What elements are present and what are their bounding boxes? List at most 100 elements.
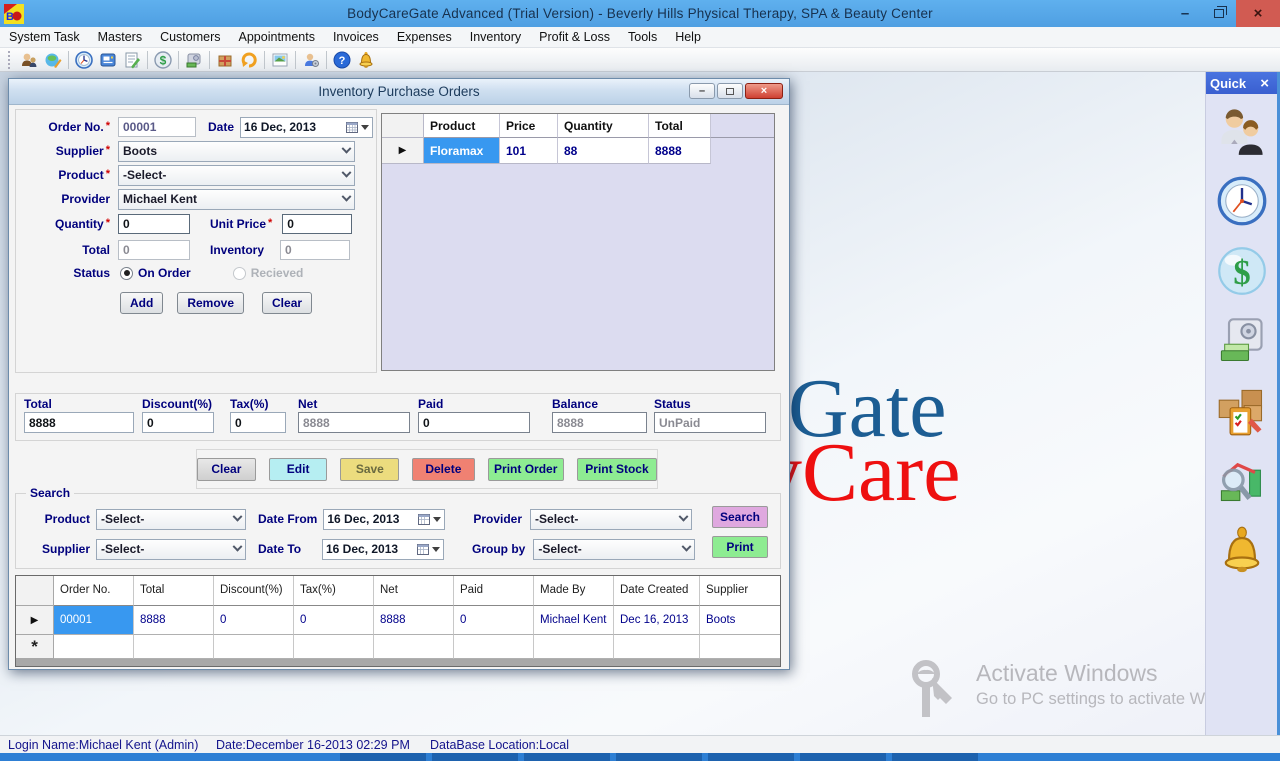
empty-cell[interactable] <box>700 635 780 659</box>
dialog-maximize-button[interactable] <box>717 83 743 99</box>
empty-cell[interactable] <box>614 635 700 659</box>
orders-col-tax[interactable]: Tax(%) <box>294 576 374 606</box>
delete-button[interactable]: Delete <box>412 458 474 481</box>
orders-col-supplier[interactable]: Supplier <box>700 576 780 606</box>
orders-col-order-no[interactable]: Order No. <box>54 576 134 606</box>
orders-col-discount[interactable]: Discount(%) <box>214 576 294 606</box>
save-button[interactable]: Save <box>340 458 399 481</box>
restore-button[interactable] <box>1202 0 1236 27</box>
cell-price[interactable]: 101 <box>500 138 558 164</box>
quick-cash-safe-button[interactable] <box>1216 314 1268 368</box>
supplier-combobox[interactable]: Boots <box>118 141 355 162</box>
empty-cell[interactable] <box>54 635 134 659</box>
items-col-price[interactable]: Price <box>500 114 558 138</box>
toolbar-help-button[interactable]: ? <box>330 49 354 71</box>
items-col-total[interactable]: Total <box>649 114 711 138</box>
search-provider-combobox[interactable]: -Select- <box>530 509 692 530</box>
toolbar-expenses-button[interactable] <box>182 49 206 71</box>
cell-tax[interactable]: 0 <box>294 606 374 635</box>
menu-customers[interactable]: Customers <box>151 28 229 46</box>
menu-invoices[interactable]: Invoices <box>324 28 388 46</box>
totals-total-field[interactable]: 8888 <box>24 412 134 433</box>
menu-appointments[interactable]: Appointments <box>230 28 324 46</box>
order-date-picker[interactable]: 16 Dec, 2013 <box>240 117 373 138</box>
dialog-titlebar[interactable]: Inventory Purchase Orders – × <box>9 79 789 105</box>
orders-col-date-created[interactable]: Date Created <box>614 576 700 606</box>
dialog-close-button[interactable]: × <box>745 83 783 99</box>
toolbar-globe-edit-button[interactable] <box>41 49 65 71</box>
orders-col-paid[interactable]: Paid <box>454 576 534 606</box>
menu-profit-loss[interactable]: Profit & Loss <box>530 28 619 46</box>
quick-stock-report-button[interactable] <box>1216 454 1268 508</box>
search-button[interactable]: Search <box>712 506 768 528</box>
minimize-button[interactable]: – <box>1168 0 1202 27</box>
quick-panel-header[interactable]: Quick × <box>1206 72 1277 94</box>
toolbar-payments-button[interactable]: $ <box>151 49 175 71</box>
dialog-minimize-button[interactable]: – <box>689 83 715 99</box>
row-selector-cell[interactable]: ▶ <box>382 138 424 164</box>
quick-payments-button[interactable]: $ <box>1216 244 1268 298</box>
cell-discount[interactable]: 0 <box>214 606 294 635</box>
toolbar-inventory-button[interactable] <box>213 49 237 71</box>
product-combobox[interactable]: -Select- <box>118 165 355 186</box>
toolbar-invoice-button[interactable] <box>120 49 144 71</box>
items-grid-row[interactable]: ▶ Floramax 101 88 8888 <box>382 138 774 164</box>
row-selector-cell[interactable]: ▶ <box>16 606 54 635</box>
status-received-radio[interactable]: Recieved <box>233 266 304 280</box>
print-order-button[interactable]: Print Order <box>488 458 564 481</box>
totals-paid-field[interactable]: 0 <box>418 412 530 433</box>
remove-button[interactable]: Remove <box>177 292 244 314</box>
menu-expenses[interactable]: Expenses <box>388 28 461 46</box>
cell-made-by[interactable]: Michael Kent <box>534 606 614 635</box>
date-from-picker[interactable]: 16 Dec, 2013 <box>323 509 445 530</box>
provider-combobox[interactable]: Michael Kent <box>118 189 355 210</box>
cell-net[interactable]: 8888 <box>374 606 454 635</box>
cell-date-created[interactable]: Dec 16, 2013 <box>614 606 700 635</box>
quick-customers-button[interactable] <box>1216 104 1268 158</box>
cell-quantity[interactable]: 88 <box>558 138 649 164</box>
cell-order-no[interactable]: 00001 <box>54 606 134 635</box>
toolbar-phonebook-button[interactable] <box>96 49 120 71</box>
menu-system-task[interactable]: System Task <box>0 28 89 46</box>
unit-price-field[interactable]: 0 <box>282 214 352 234</box>
toolbar-user-search-button[interactable] <box>17 49 41 71</box>
totals-tax-field[interactable]: 0 <box>230 412 286 433</box>
cell-supplier[interactable]: Boots <box>700 606 780 635</box>
quick-appointments-button[interactable] <box>1216 174 1268 228</box>
empty-cell[interactable] <box>534 635 614 659</box>
print-stock-button[interactable]: Print Stock <box>577 458 657 481</box>
cell-total[interactable]: 8888 <box>649 138 711 164</box>
quick-inventory-button[interactable] <box>1216 384 1268 438</box>
toolbar-settings-button[interactable] <box>299 49 323 71</box>
empty-cell[interactable] <box>214 635 294 659</box>
cell-product[interactable]: Floramax <box>424 138 500 164</box>
menu-tools[interactable]: Tools <box>619 28 666 46</box>
quick-close-icon[interactable]: × <box>1256 75 1273 92</box>
orders-col-total[interactable]: Total <box>134 576 214 606</box>
cell-total[interactable]: 8888 <box>134 606 214 635</box>
empty-cell[interactable] <box>294 635 374 659</box>
orders-col-net[interactable]: Net <box>374 576 454 606</box>
new-row-selector-cell[interactable]: * <box>16 635 54 659</box>
menu-masters[interactable]: Masters <box>89 28 151 46</box>
empty-cell[interactable] <box>374 635 454 659</box>
items-col-quantity[interactable]: Quantity <box>558 114 649 138</box>
toolbar-reports-button[interactable] <box>268 49 292 71</box>
totals-discount-field[interactable]: 0 <box>142 412 214 433</box>
clear-line-button[interactable]: Clear <box>262 292 312 314</box>
search-supplier-combobox[interactable]: -Select- <box>96 539 246 560</box>
search-product-combobox[interactable]: -Select- <box>96 509 246 530</box>
cell-paid[interactable]: 0 <box>454 606 534 635</box>
toolbar-undo-button[interactable] <box>237 49 261 71</box>
empty-cell[interactable] <box>454 635 534 659</box>
edit-button[interactable]: Edit <box>269 458 328 481</box>
orders-col-made-by[interactable]: Made By <box>534 576 614 606</box>
order-no-field[interactable]: 00001 <box>118 117 196 137</box>
window-titlebar[interactable]: B BodyCareGate Advanced (Trial Version) … <box>0 0 1280 27</box>
date-to-picker[interactable]: 16 Dec, 2013 <box>322 539 444 560</box>
status-on-order-radio[interactable]: On Order <box>120 266 191 280</box>
quantity-field[interactable]: 0 <box>118 214 190 234</box>
orders-grid-row[interactable]: ▶ 00001 8888 0 0 8888 0 Michael Kent Dec… <box>16 606 780 635</box>
empty-cell[interactable] <box>134 635 214 659</box>
toolbar-reminder-button[interactable] <box>354 49 378 71</box>
